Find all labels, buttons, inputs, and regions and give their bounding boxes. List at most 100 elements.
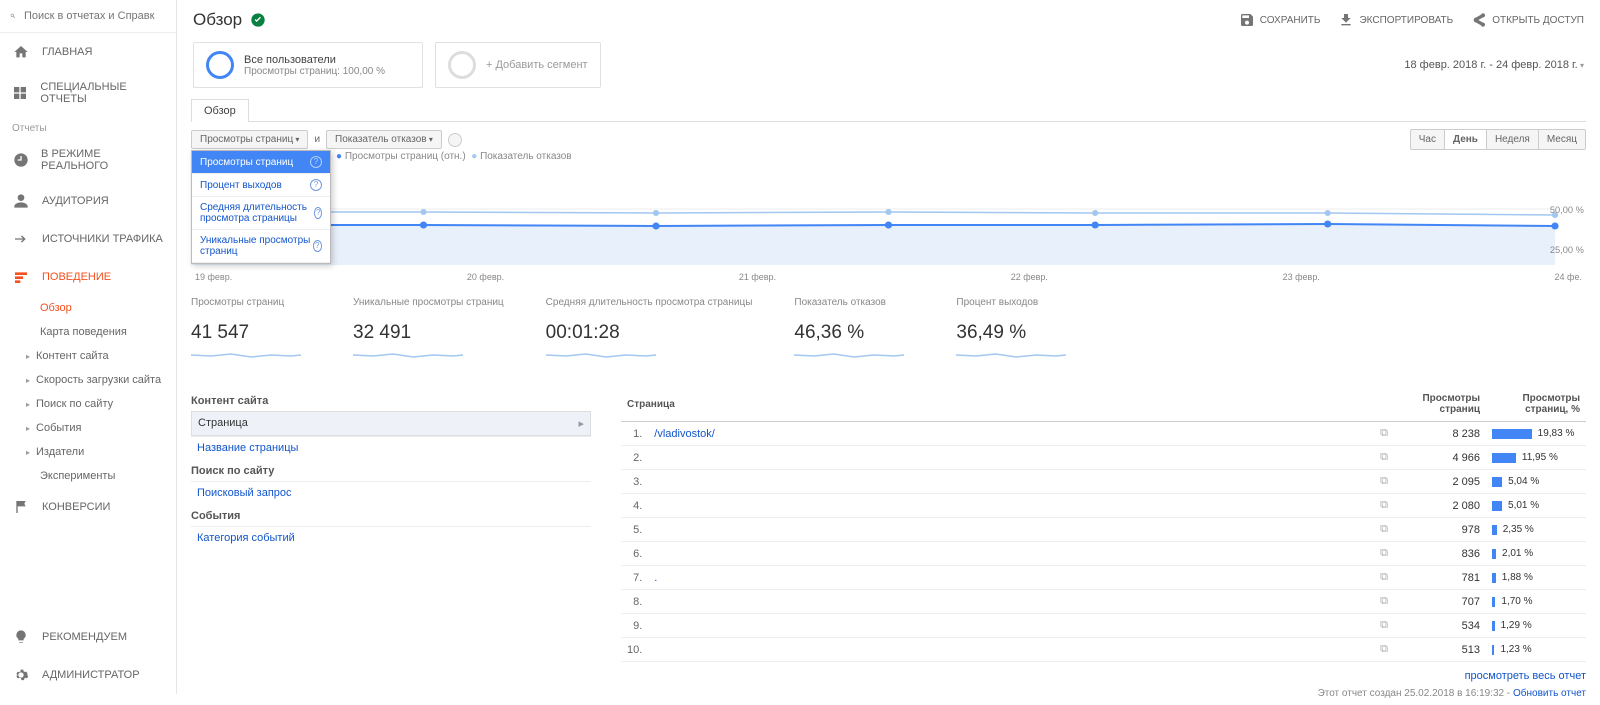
table-row[interactable]: 9.⧉5341,29 % xyxy=(621,614,1586,638)
sidebar-item-custom[interactable]: СПЕЦИАЛЬНЫЕ ОТЧЕТЫ xyxy=(0,71,176,115)
external-link-icon[interactable]: ⧉ xyxy=(1372,638,1396,662)
external-link-icon[interactable]: ⧉ xyxy=(1372,566,1396,590)
row-pct: 1,23 % xyxy=(1486,638,1586,662)
scorecard-value: 00:01:28 xyxy=(546,322,753,344)
table-row[interactable]: 10.⧉5131,23 % xyxy=(621,638,1586,662)
remove-metric-button[interactable] xyxy=(448,133,462,147)
sidebar-item-realtime[interactable]: В РЕЖИМЕ РЕАЛЬНОГО xyxy=(0,138,176,182)
table-row[interactable]: 1./vladivostok/⧉8 23819,83 % xyxy=(621,422,1586,446)
external-link-icon[interactable]: ⧉ xyxy=(1372,518,1396,542)
subnav-overview[interactable]: Обзор xyxy=(0,296,176,320)
row-page[interactable] xyxy=(648,638,1372,662)
scorecard-value: 32 491 xyxy=(353,322,504,344)
dropdown-option[interactable]: Просмотры страниц? xyxy=(192,151,330,174)
sidebar-item-behavior[interactable]: ПОВЕДЕНИЕ xyxy=(0,258,176,296)
gran-day[interactable]: День xyxy=(1444,130,1486,149)
dim-page[interactable]: Страница▸ xyxy=(191,411,591,436)
scorecard[interactable]: Уникальные просмотры страниц32 491 xyxy=(353,297,504,369)
table-row[interactable]: 5.⧉9782,35 % xyxy=(621,518,1586,542)
external-link-icon[interactable]: ⧉ xyxy=(1372,446,1396,470)
row-page[interactable] xyxy=(648,614,1372,638)
metric-selector-primary[interactable]: Просмотры страниц xyxy=(191,130,308,149)
table-row[interactable]: 8.⧉7071,70 % xyxy=(621,590,1586,614)
row-views: 8 238 xyxy=(1396,422,1486,446)
row-page[interactable] xyxy=(648,470,1372,494)
sidebar-item-audience[interactable]: АУДИТОРИЯ xyxy=(0,182,176,220)
scorecard[interactable]: Средняя длительность просмотра страницы0… xyxy=(546,297,753,369)
metric-selector-secondary[interactable]: Показатель отказов xyxy=(326,130,442,149)
save-button[interactable]: СОХРАНИТЬ xyxy=(1239,12,1321,28)
external-link-icon[interactable]: ⧉ xyxy=(1372,494,1396,518)
help-icon[interactable]: ? xyxy=(313,240,322,252)
table-row[interactable]: 7..⧉7811,88 % xyxy=(621,566,1586,590)
row-page[interactable] xyxy=(648,494,1372,518)
subnav-flow[interactable]: Карта поведения xyxy=(0,320,176,344)
scorecard[interactable]: Просмотры страниц41 547 xyxy=(191,297,311,369)
sidebar-item-discover[interactable]: РЕКОМЕНДУЕМ xyxy=(0,618,176,656)
svg-text:50,00 %: 50,00 % xyxy=(1550,205,1584,215)
subnav-publisher[interactable]: Издатели xyxy=(0,440,176,464)
subnav-content[interactable]: Контент сайта xyxy=(0,344,176,368)
content-header: Контент сайта xyxy=(191,389,591,411)
export-button[interactable]: ЭКСПОРТИРОВАТЬ xyxy=(1338,12,1453,28)
external-link-icon[interactable]: ⧉ xyxy=(1372,542,1396,566)
table-row[interactable]: 6.⧉8362,01 % xyxy=(621,542,1586,566)
row-page[interactable] xyxy=(648,518,1372,542)
gran-hour[interactable]: Час xyxy=(1411,130,1444,149)
external-link-icon[interactable]: ⧉ xyxy=(1372,614,1396,638)
subnav-speed[interactable]: Скорость загрузки сайта xyxy=(0,368,176,392)
full-report-link[interactable]: просмотреть весь отчет xyxy=(1465,670,1586,682)
sidebar-item-home[interactable]: ГЛАВНАЯ xyxy=(0,33,176,71)
help-icon[interactable]: ? xyxy=(310,156,322,168)
dropdown-option[interactable]: Уникальные просмотры страниц? xyxy=(192,230,330,263)
sidebar-label: ГЛАВНАЯ xyxy=(42,46,92,58)
date-range-picker[interactable]: 18 февр. 2018 г. - 24 февр. 2018 г. xyxy=(1404,59,1584,71)
row-page[interactable]: . xyxy=(648,566,1372,590)
table-row[interactable]: 2.⧉4 96611,95 % xyxy=(621,446,1586,470)
subnav-events[interactable]: События xyxy=(0,416,176,440)
help-icon[interactable]: ? xyxy=(314,207,322,219)
sidebar-item-admin[interactable]: АДМИНИСТРАТОР xyxy=(0,656,176,694)
external-link-icon[interactable]: ⧉ xyxy=(1372,470,1396,494)
metric-dropdown: Просмотры страниц? Процент выходов? Сред… xyxy=(191,150,331,264)
scorecard[interactable]: Показатель отказов46,36 % xyxy=(794,297,914,369)
svg-text:25,00 %: 25,00 % xyxy=(1550,245,1584,255)
dropdown-option[interactable]: Процент выходов? xyxy=(192,174,330,197)
main-content: Обзор СОХРАНИТЬ ЭКСПОРТИРОВАТЬ ОТКРЫТЬ Д… xyxy=(177,0,1600,705)
sidebar-item-conversions[interactable]: КОНВЕРСИИ xyxy=(0,488,176,526)
dropdown-option[interactable]: Средняя длительность просмотра страницы? xyxy=(192,197,330,230)
search-input[interactable] xyxy=(24,10,166,22)
table-row[interactable]: 4.⧉2 0805,01 % xyxy=(621,494,1586,518)
subnav-experiments[interactable]: Эксперименты xyxy=(0,464,176,488)
row-index: 7. xyxy=(621,566,648,590)
sparkline xyxy=(956,346,1066,364)
gran-week[interactable]: Неделя xyxy=(1486,130,1538,149)
add-segment[interactable]: + Добавить сегмент xyxy=(435,42,601,88)
external-link-icon[interactable]: ⧉ xyxy=(1372,422,1396,446)
row-pct: 1,70 % xyxy=(1486,590,1586,614)
sidebar-search[interactable] xyxy=(0,0,176,33)
tab-overview[interactable]: Обзор xyxy=(191,99,249,122)
row-page[interactable]: /vladivostok/ xyxy=(648,422,1372,446)
page-title: Обзор xyxy=(193,10,242,30)
dim-page-title[interactable]: Название страницы xyxy=(191,436,591,459)
home-icon xyxy=(13,44,29,60)
gran-month[interactable]: Месяц xyxy=(1538,130,1585,149)
row-pct: 5,04 % xyxy=(1486,470,1586,494)
dim-search-term[interactable]: Поисковый запрос xyxy=(191,481,591,504)
row-page[interactable] xyxy=(648,446,1372,470)
row-page[interactable] xyxy=(648,590,1372,614)
scorecard[interactable]: Процент выходов36,49 % xyxy=(956,297,1076,369)
segment-ring-icon xyxy=(206,51,234,79)
row-page[interactable] xyxy=(648,542,1372,566)
topbar: Обзор СОХРАНИТЬ ЭКСПОРТИРОВАТЬ ОТКРЫТЬ Д… xyxy=(177,0,1600,36)
table-row[interactable]: 3.⧉2 0955,04 % xyxy=(621,470,1586,494)
sidebar-item-acquisition[interactable]: ИСТОЧНИКИ ТРАФИКА xyxy=(0,220,176,258)
row-index: 10. xyxy=(621,638,648,662)
dim-event-cat[interactable]: Категория событий xyxy=(191,526,591,549)
subnav-search[interactable]: Поиск по сайту xyxy=(0,392,176,416)
help-icon[interactable]: ? xyxy=(310,179,322,191)
share-button[interactable]: ОТКРЫТЬ ДОСТУП xyxy=(1471,12,1584,28)
segment-all-users[interactable]: Все пользователиПросмотры страниц: 100,0… xyxy=(193,42,423,88)
external-link-icon[interactable]: ⧉ xyxy=(1372,590,1396,614)
